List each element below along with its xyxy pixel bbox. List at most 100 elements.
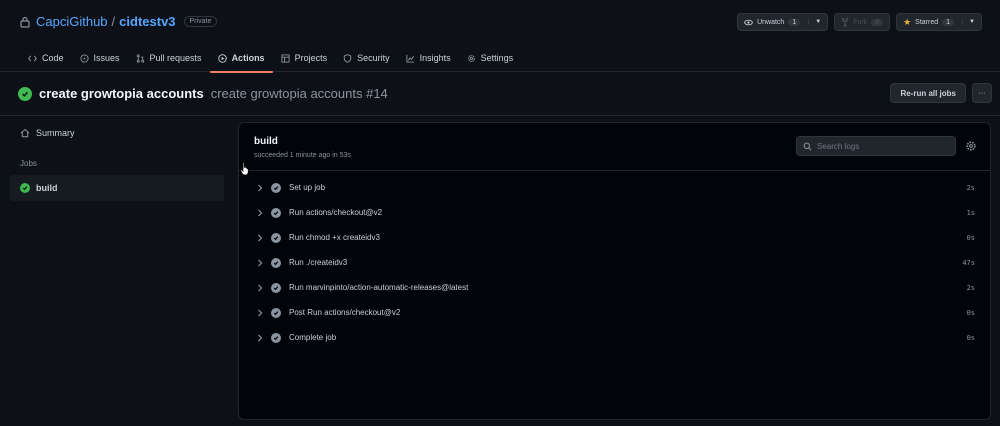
run-title: create growtopia accounts create growtop… bbox=[18, 86, 388, 101]
run-header: create growtopia accounts create growtop… bbox=[0, 72, 1000, 116]
job-step-row[interactable]: Run chmod +x createidv3 0s bbox=[239, 225, 990, 250]
run-sidebar: Summary Jobs build bbox=[10, 116, 224, 201]
step-success-check-icon bbox=[271, 282, 281, 293]
tab-pull-requests[interactable]: Pull requests bbox=[128, 44, 210, 72]
fork-count: 0 bbox=[871, 18, 884, 26]
step-label: Run marvinpinto/action-automatic-release… bbox=[289, 283, 469, 292]
repo-owner-link[interactable]: CapciGithub bbox=[36, 14, 108, 29]
tab-actions-label: Actions bbox=[231, 53, 265, 63]
tab-security-label: Security bbox=[357, 53, 390, 63]
step-duration: 1s bbox=[966, 208, 975, 217]
job-step-row[interactable]: Set up job 2s bbox=[239, 175, 990, 200]
more-options-button[interactable]: ··· bbox=[972, 83, 992, 103]
unwatch-label: Unwatch bbox=[757, 18, 785, 26]
table-icon bbox=[281, 53, 290, 63]
unwatch-button[interactable]: Unwatch 1 ▼ bbox=[737, 13, 829, 31]
sidebar-summary-label: Summary bbox=[36, 128, 75, 138]
visibility-badge: Private bbox=[183, 16, 218, 27]
tab-security[interactable]: Security bbox=[335, 44, 398, 72]
chevron-right-icon[interactable] bbox=[256, 184, 264, 192]
search-logs[interactable] bbox=[796, 136, 956, 156]
starred-label: Starred bbox=[915, 18, 939, 26]
tab-issues[interactable]: Issues bbox=[72, 44, 128, 72]
gear-icon bbox=[467, 54, 475, 62]
pull-request-icon bbox=[136, 53, 144, 63]
success-check-icon bbox=[18, 86, 32, 101]
chevron-right-icon[interactable] bbox=[256, 334, 264, 342]
starred-button[interactable]: ★ Starred 1 ▼ bbox=[896, 13, 982, 31]
tab-issues-label: Issues bbox=[93, 53, 120, 63]
tab-projects-label: Projects bbox=[294, 53, 328, 63]
step-success-check-icon bbox=[271, 207, 281, 218]
chevron-right-icon[interactable] bbox=[256, 209, 264, 217]
job-step-row[interactable]: Run ./createidv3 47s bbox=[239, 250, 990, 275]
tab-code[interactable]: Code bbox=[20, 44, 72, 72]
star-icon: ★ bbox=[903, 16, 912, 27]
step-duration: 0s bbox=[966, 308, 975, 317]
run-name: create growtopia accounts #14 bbox=[210, 86, 388, 101]
watch-count: 1 bbox=[788, 18, 801, 26]
mouse-pointer-hand-icon bbox=[240, 162, 249, 176]
issue-icon bbox=[79, 53, 89, 63]
sidebar-build-label: build bbox=[36, 183, 58, 193]
chevron-down-icon[interactable]: ▼ bbox=[962, 19, 975, 25]
tab-settings-label: Settings bbox=[480, 53, 514, 63]
job-step-row[interactable]: Post Run actions/checkout@v2 0s bbox=[239, 300, 990, 325]
step-label: Complete job bbox=[289, 333, 337, 342]
step-success-check-icon bbox=[271, 182, 281, 193]
step-success-check-icon bbox=[271, 307, 281, 318]
sidebar-item-build[interactable]: build bbox=[10, 175, 224, 201]
success-check-icon bbox=[20, 183, 30, 193]
graph-icon bbox=[406, 54, 414, 63]
step-duration: 0s bbox=[966, 333, 975, 342]
shield-icon bbox=[343, 53, 352, 63]
repo-name-link[interactable]: cidtestv3 bbox=[119, 14, 175, 29]
job-status-meta: succeeded 1 minute ago in 53s bbox=[254, 152, 351, 159]
step-label: Run ./createidv3 bbox=[289, 258, 348, 267]
star-count: 1 bbox=[942, 18, 955, 26]
step-success-check-icon bbox=[271, 332, 281, 343]
sidebar-item-summary[interactable]: Summary bbox=[10, 120, 224, 146]
lock-icon bbox=[20, 16, 30, 28]
step-duration: 2s bbox=[966, 283, 975, 292]
gear-icon[interactable] bbox=[965, 140, 977, 152]
play-icon bbox=[217, 53, 227, 63]
step-label: Run chmod +x createidv3 bbox=[289, 233, 380, 242]
tab-pull-requests-label: Pull requests bbox=[149, 53, 202, 63]
rerun-all-jobs-button[interactable]: Re-run all jobs bbox=[890, 83, 966, 103]
job-step-row[interactable]: Run marvinpinto/action-automatic-release… bbox=[239, 275, 990, 300]
tab-insights[interactable]: Insights bbox=[398, 44, 459, 72]
chevron-right-icon[interactable] bbox=[256, 309, 264, 317]
tab-insights-label: Insights bbox=[419, 53, 451, 63]
job-steps: Set up job 2s Run actions/checkout@v2 1s Run… bbox=[239, 175, 990, 350]
job-panel-header: build succeeded 1 minute ago in 53s bbox=[239, 123, 990, 171]
tab-actions[interactable]: Actions bbox=[209, 44, 273, 73]
tab-projects[interactable]: Projects bbox=[273, 44, 336, 72]
repo-tabs: Code Issues Pull requests Actions Projec… bbox=[20, 44, 522, 73]
fork-button[interactable]: Fork 0 bbox=[834, 13, 891, 31]
sidebar-jobs-heading: Jobs bbox=[20, 159, 37, 168]
workflow-name[interactable]: create growtopia accounts bbox=[39, 86, 204, 101]
chevron-right-icon[interactable] bbox=[256, 259, 264, 267]
chevron-right-icon[interactable] bbox=[256, 234, 264, 242]
step-label: Set up job bbox=[289, 183, 326, 192]
tab-settings[interactable]: Settings bbox=[459, 44, 522, 72]
step-success-check-icon bbox=[271, 257, 281, 268]
kebab-horizontal-icon: ··· bbox=[978, 89, 986, 97]
job-step-row[interactable]: Complete job 0s bbox=[239, 325, 990, 350]
job-step-row[interactable]: Run actions/checkout@v2 1s bbox=[239, 200, 990, 225]
chevron-down-icon[interactable]: ▼ bbox=[808, 19, 821, 25]
repo-header: CapciGithub / cidtestv3 Private Unwatch … bbox=[0, 0, 1000, 73]
search-logs-input[interactable] bbox=[817, 141, 947, 151]
job-title: build bbox=[254, 136, 278, 147]
fork-label: Fork bbox=[853, 18, 868, 26]
step-duration: 47s bbox=[962, 258, 975, 267]
step-label: Run actions/checkout@v2 bbox=[289, 208, 383, 217]
home-icon bbox=[20, 128, 30, 138]
eye-icon bbox=[744, 19, 753, 25]
step-label: Post Run actions/checkout@v2 bbox=[289, 308, 401, 317]
repo-separator: / bbox=[111, 14, 116, 29]
chevron-right-icon[interactable] bbox=[256, 284, 264, 292]
search-icon bbox=[803, 142, 812, 150]
fork-icon bbox=[842, 17, 849, 27]
